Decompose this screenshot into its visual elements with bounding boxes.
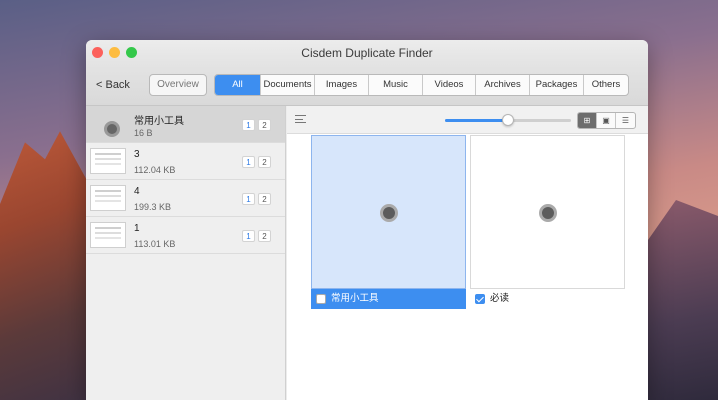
zoom-button[interactable] [126, 47, 137, 58]
file-thumbnail [90, 222, 126, 248]
select-checkbox[interactable] [316, 294, 326, 304]
desktop-wallpaper-mountain-right [648, 200, 718, 400]
preview-toolbar: ⊞ ▣ ☰ [287, 106, 648, 134]
app-icon [104, 121, 120, 137]
title-bar: Cisdem Duplicate Finder [86, 40, 648, 66]
window-controls [92, 47, 137, 58]
filmstrip-view-icon[interactable]: ▣ [597, 113, 616, 128]
file-name: 常用小工具 [331, 293, 379, 304]
file-card[interactable] [311, 135, 466, 289]
duplicate-group-list: 常用小工具 16 B 1 2 3 112.04 KB 1 2 4 199.3 K… [86, 106, 286, 400]
list-item[interactable]: 常用小工具 16 B 1 2 [86, 106, 285, 143]
item-size: 112.04 KB [134, 165, 176, 175]
preview-pane: ⊞ ▣ ☰ 常用小工具 必读 [287, 106, 648, 400]
category-tabs: All Documents Images Music Videos Archiv… [214, 74, 629, 96]
toolbar: < Back Overview All Documents Images Mus… [86, 66, 648, 106]
item-size: 16 B [134, 128, 153, 138]
copy-count-badges: 1 2 [242, 230, 271, 242]
copy-badge: 2 [258, 193, 271, 205]
copy-badge: 2 [258, 119, 271, 131]
item-size: 113.01 KB [134, 239, 176, 249]
copy-badge: 1 [242, 156, 255, 168]
tab-packages[interactable]: Packages [530, 75, 584, 95]
list-item[interactable]: 1 113.01 KB 1 2 [86, 217, 285, 254]
tab-others[interactable]: Others [584, 75, 628, 95]
sort-icon[interactable] [295, 115, 306, 123]
minimize-button[interactable] [109, 47, 120, 58]
copy-count-badges: 1 2 [242, 119, 271, 131]
copy-badge: 1 [242, 193, 255, 205]
tab-images[interactable]: Images [315, 75, 369, 95]
view-mode-switch: ⊞ ▣ ☰ [577, 112, 636, 129]
desktop-wallpaper-mountain [0, 131, 100, 400]
copy-badge: 2 [258, 230, 271, 242]
file-thumbnail [92, 110, 128, 139]
item-title: 4 [134, 186, 140, 197]
file-card-label[interactable]: 常用小工具 [311, 289, 466, 309]
overview-button[interactable]: Overview [149, 74, 207, 96]
tab-archives[interactable]: Archives [476, 75, 530, 95]
item-size: 199.3 KB [134, 202, 172, 212]
grid-view-icon[interactable]: ⊞ [578, 113, 597, 128]
list-item[interactable]: 4 199.3 KB 1 2 [86, 180, 285, 217]
thumbnail-size-slider[interactable] [445, 114, 571, 126]
copy-badge: 1 [242, 230, 255, 242]
select-checkbox[interactable] [475, 294, 485, 304]
file-card-label[interactable]: 必读 [470, 289, 625, 309]
item-title: 3 [134, 149, 140, 160]
slider-fill [445, 119, 508, 122]
copy-badge: 1 [242, 119, 255, 131]
back-button[interactable]: < Back [96, 79, 130, 91]
tab-music[interactable]: Music [369, 75, 423, 95]
file-thumbnail [90, 148, 126, 174]
item-title: 1 [134, 223, 140, 234]
item-title: 常用小工具 [134, 116, 184, 127]
close-button[interactable] [92, 47, 103, 58]
list-item[interactable]: 3 112.04 KB 1 2 [86, 143, 285, 180]
app-window: Cisdem Duplicate Finder < Back Overview … [86, 40, 648, 400]
list-view-icon[interactable]: ☰ [616, 113, 635, 128]
copy-count-badges: 1 2 [242, 193, 271, 205]
app-icon [539, 204, 557, 222]
tab-documents[interactable]: Documents [261, 75, 315, 95]
file-name: 必读 [490, 293, 510, 304]
copy-count-badges: 1 2 [242, 156, 271, 168]
file-thumbnail [90, 185, 126, 211]
file-card[interactable] [470, 135, 625, 289]
copy-badge: 2 [258, 156, 271, 168]
window-title: Cisdem Duplicate Finder [301, 46, 433, 60]
tab-all[interactable]: All [215, 75, 261, 95]
slider-knob[interactable] [502, 114, 514, 126]
app-icon [380, 204, 398, 222]
tab-videos[interactable]: Videos [423, 75, 476, 95]
